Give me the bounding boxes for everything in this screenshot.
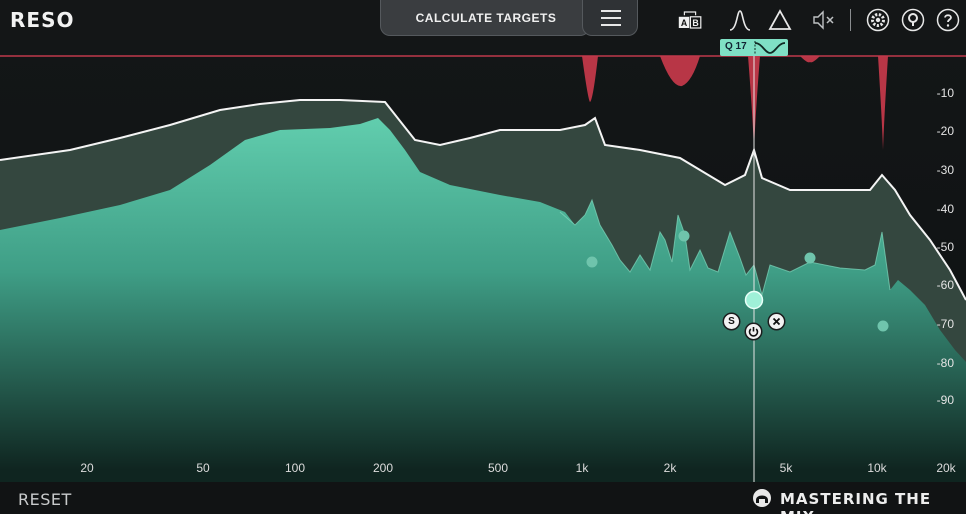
help-icon <box>901 8 925 32</box>
spectrum-graph <box>0 40 966 482</box>
delete-band-button[interactable] <box>769 314 784 329</box>
x-tick-label: 50 <box>196 461 210 475</box>
brand-logo-icon <box>753 489 771 507</box>
y-tick-label: -60 <box>936 278 954 292</box>
y-tick-label: -10 <box>936 86 954 100</box>
x-tick-label: 5k <box>779 461 793 475</box>
close-icon <box>772 317 781 326</box>
hamburger-menu-icon-line <box>601 24 621 26</box>
band-power-button[interactable] <box>746 324 761 339</box>
svg-text:B: B <box>692 18 698 28</box>
settings-button[interactable] <box>866 8 890 32</box>
footer-bar: RESET MASTERING THE MIX <box>0 482 966 514</box>
brand-name: MASTERING THE MIX <box>780 490 932 514</box>
x-tick-label: 200 <box>372 461 394 475</box>
power-icon <box>748 327 759 337</box>
band-node[interactable] <box>877 320 889 332</box>
svg-text:A: A <box>681 18 688 28</box>
y-tick-label: -80 <box>936 356 954 370</box>
menu-button[interactable] <box>582 0 638 36</box>
band-node[interactable] <box>804 252 816 264</box>
solo-band-button[interactable]: S <box>724 314 739 329</box>
spectrum-display[interactable]: -10 -20 -30 -40 -50 -60 -70 -80 -90 <box>0 40 966 482</box>
q-value-label: Q 17 <box>725 41 747 52</box>
x-tick-label: 20k <box>936 461 956 475</box>
toolbar-divider <box>850 9 851 31</box>
x-tick-label: 10k <box>867 461 887 475</box>
reset-button[interactable]: RESET <box>18 490 72 509</box>
y-tick-label: -30 <box>936 163 954 177</box>
y-tick-label: -50 <box>936 240 954 254</box>
y-tick-label: -90 <box>936 393 954 407</box>
bell-filter-icon <box>729 10 751 31</box>
notch-filter-icon <box>754 41 786 54</box>
help-tips-button[interactable] <box>901 8 925 32</box>
x-tick-label: 1k <box>575 461 589 475</box>
band-q-tag[interactable]: Q 17 <box>720 39 788 56</box>
y-tick-label: -20 <box>936 124 954 138</box>
triangle-delta-icon <box>768 9 792 30</box>
x-tick-label: 500 <box>487 461 509 475</box>
bell-filter-button[interactable] <box>728 8 752 32</box>
top-toolbar: RESO CALCULATE TARGETS A B <box>0 0 966 40</box>
question-icon <box>936 8 960 32</box>
mute-button[interactable] <box>812 8 836 32</box>
calculate-targets-button[interactable]: CALCULATE TARGETS <box>380 0 590 36</box>
ab-compare-icon: A B <box>678 11 702 29</box>
x-tick-label: 20 <box>80 461 94 475</box>
calculate-targets-label: CALCULATE TARGETS <box>415 11 557 25</box>
app-logo: RESO <box>10 8 75 32</box>
y-tick-label: -70 <box>936 317 954 331</box>
band-node[interactable] <box>678 230 690 242</box>
triangle-delta-button[interactable] <box>768 8 792 32</box>
x-tick-label: 100 <box>284 461 306 475</box>
settings-gear-icon <box>866 8 890 32</box>
x-tick-label: 2k <box>663 461 677 475</box>
hamburger-menu-icon <box>601 10 621 12</box>
question-button[interactable] <box>936 8 960 32</box>
y-tick-label: -40 <box>936 202 954 216</box>
reso-plugin-window: RESO CALCULATE TARGETS A B -10 -20 -30 -… <box>0 0 966 514</box>
selected-band-node[interactable] <box>744 290 764 310</box>
band-node[interactable] <box>586 256 598 268</box>
hamburger-menu-icon-line <box>601 17 621 19</box>
mute-speaker-icon <box>813 10 834 30</box>
ab-compare-button[interactable]: A B <box>678 8 708 32</box>
